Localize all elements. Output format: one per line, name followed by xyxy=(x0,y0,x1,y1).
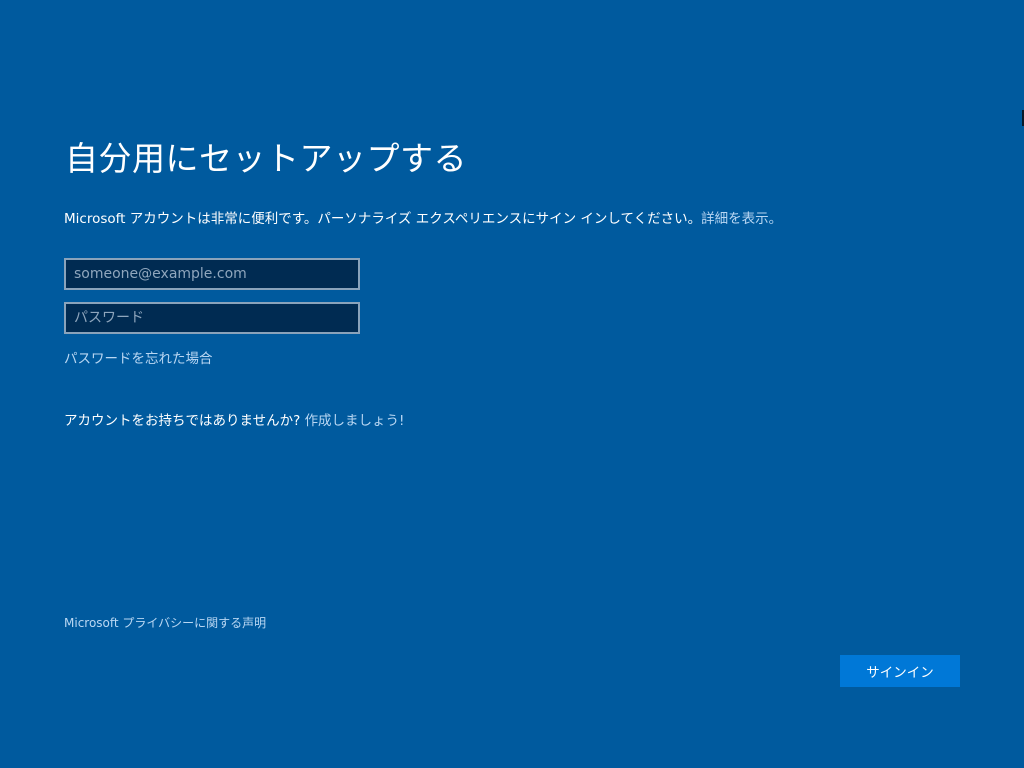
page-title: 自分用にセットアップする xyxy=(65,139,467,178)
forgot-password-link[interactable]: パスワードを忘れた場合 xyxy=(64,347,213,367)
intro-text: Microsoft アカウントは非常に便利です。パーソナライズ エクスペリエンス… xyxy=(64,207,782,227)
privacy-statement-link[interactable]: Microsoft プライバシーに関する声明 xyxy=(64,614,266,631)
create-account-link[interactable]: 作成しましょう! xyxy=(305,413,405,429)
email-field[interactable] xyxy=(64,258,360,290)
learn-more-link[interactable]: 詳細を表示。 xyxy=(701,211,782,227)
intro-description: Microsoft アカウントは非常に便利です。パーソナライズ エクスペリエンス… xyxy=(64,211,702,227)
password-field[interactable] xyxy=(64,302,360,334)
sign-in-button[interactable]: サインイン xyxy=(840,655,960,687)
no-account-text: アカウントをお持ちではありませんか? xyxy=(64,413,305,429)
no-account-prompt: アカウントをお持ちではありませんか? 作成しましょう! xyxy=(64,409,404,429)
